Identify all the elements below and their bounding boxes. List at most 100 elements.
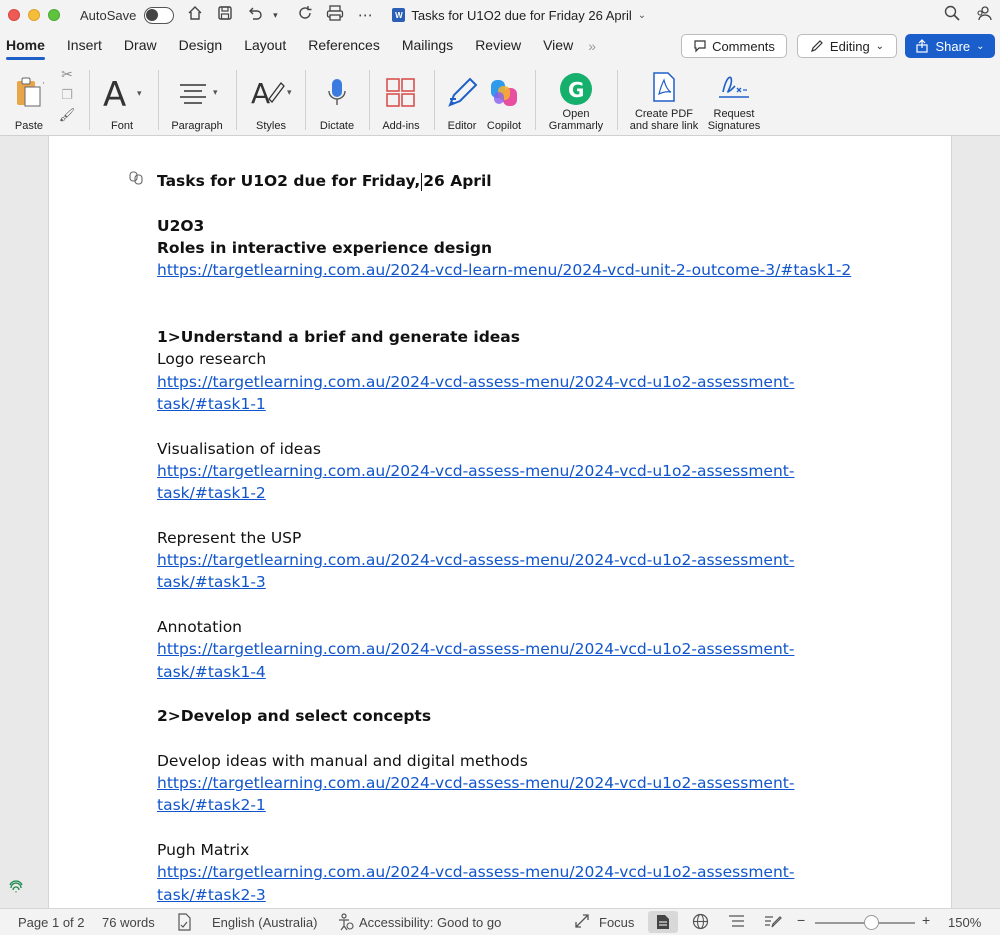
task-link[interactable]: https://targetlearning.com.au/2024-vcd-a…	[157, 772, 877, 794]
svg-text:A: A	[251, 77, 270, 109]
tab-design[interactable]: Design	[168, 30, 234, 62]
print-layout-view-button[interactable]	[648, 911, 678, 933]
task-link-continued[interactable]: task/#task2-3	[157, 884, 877, 906]
document-page[interactable]: Tasks for U1O2 due for Friday, 26 April U…	[48, 136, 952, 908]
document-heading: Tasks for U1O2 due for Friday, 26 April	[157, 170, 877, 192]
microphone-icon	[328, 79, 346, 105]
zoom-out-button[interactable]: −	[797, 912, 805, 928]
autosave-toggle[interactable]	[144, 6, 175, 24]
tab-review[interactable]: Review	[464, 30, 532, 62]
more-icon[interactable]: ⋯	[356, 6, 374, 24]
zoom-level[interactable]: 150%	[948, 915, 981, 930]
task-label: Annotation	[157, 617, 243, 636]
task-link[interactable]: https://targetlearning.com.au/2024-vcd-a…	[157, 371, 877, 393]
task-link-continued[interactable]: task/#task1-4	[157, 661, 877, 683]
fingerprint-icon[interactable]	[8, 878, 24, 897]
heading-text-part1: Tasks for U1O2 due for Friday,	[157, 172, 421, 190]
dictate-button[interactable]: Dictate	[314, 66, 360, 132]
tab-layout[interactable]: Layout	[233, 30, 297, 62]
language-status[interactable]: English (Australia)	[212, 915, 318, 930]
maximize-window-button[interactable]	[48, 9, 60, 21]
share-chevron-down-icon[interactable]: ⌄	[976, 41, 984, 52]
clipboard-icon: ▾	[17, 77, 44, 107]
copilot-margin-icon[interactable]	[129, 171, 143, 188]
font-button[interactable]: A ▾ Font	[98, 66, 146, 132]
pdf-label-line1: Create PDF	[634, 108, 694, 120]
title-chevron-down-icon[interactable]: ⌄	[638, 10, 646, 21]
task-link[interactable]: https://targetlearning.com.au/2024-vcd-a…	[157, 861, 877, 883]
svg-text:▾: ▾	[213, 87, 218, 97]
accessibility-icon[interactable]	[338, 913, 354, 934]
task-link[interactable]: https://targetlearning.com.au/2024-vcd-a…	[157, 549, 877, 571]
addins-button[interactable]: Add-ins	[378, 66, 424, 132]
task-label: Logo research	[157, 350, 267, 369]
signatures-label-line1: Request	[713, 108, 755, 120]
heading-text-part2: 26 April	[423, 172, 492, 190]
open-grammarly-button[interactable]: G Open Grammarly	[544, 66, 608, 132]
document-content[interactable]: Tasks for U1O2 due for Friday, 26 April U…	[157, 170, 877, 906]
web-layout-icon[interactable]	[692, 913, 709, 933]
svg-text:▾: ▾	[43, 79, 44, 89]
editor-pen-icon	[448, 77, 478, 107]
zoom-slider-thumb[interactable]	[864, 915, 879, 930]
focus-icon[interactable]	[574, 913, 590, 932]
draft-view-icon[interactable]	[764, 913, 782, 933]
outcome-code: U2O3	[157, 216, 205, 235]
print-icon[interactable]	[326, 5, 344, 25]
chevron-down-icon: ⌄	[875, 40, 885, 52]
styles-button[interactable]: A ▾ Styles	[246, 66, 296, 132]
undo-dropdown-icon[interactable]: ▾	[266, 10, 284, 21]
task-link-continued[interactable]: task/#task1-2	[157, 482, 877, 504]
cut-icon[interactable]: ✂	[61, 66, 73, 83]
copy-icon[interactable]: ❐	[61, 87, 73, 103]
request-signatures-button[interactable]: Request Signatures	[704, 66, 764, 132]
task-link-continued[interactable]: task/#task1-3	[157, 571, 877, 593]
tab-mailings[interactable]: Mailings	[391, 30, 464, 62]
task-link-continued[interactable]: task/#task2-1	[157, 794, 877, 816]
ribbon-separator	[369, 70, 370, 130]
document-title-text: Tasks for U1O2 due for Friday 26 April	[411, 7, 632, 23]
accessibility-status[interactable]: Accessibility: Good to go	[359, 915, 501, 930]
account-icon[interactable]	[976, 5, 992, 26]
save-icon[interactable]	[216, 5, 234, 25]
proofing-icon[interactable]	[176, 913, 192, 934]
task-label: Visualisation of ideas	[157, 439, 321, 458]
focus-button[interactable]: Focus	[599, 915, 634, 930]
close-window-button[interactable]	[8, 9, 20, 21]
page-count[interactable]: Page 1 of 2	[18, 915, 85, 930]
tab-view[interactable]: View	[532, 30, 584, 62]
paragraph-button[interactable]: ▾ Paragraph	[168, 66, 226, 132]
editor-button[interactable]: Editor	[443, 66, 481, 132]
format-painter-icon[interactable]: 🖌	[59, 107, 76, 123]
status-bar: Page 1 of 2 76 words English (Australia)…	[0, 908, 1000, 935]
svg-text:A: A	[103, 76, 126, 110]
tab-insert[interactable]: Insert	[56, 30, 113, 62]
task-link[interactable]: https://targetlearning.com.au/2024-vcd-a…	[157, 638, 877, 660]
zoom-in-button[interactable]: +	[922, 912, 930, 928]
search-icon[interactable]	[944, 5, 960, 26]
editing-mode-button[interactable]: Editing ⌄	[797, 34, 897, 58]
redo-icon[interactable]	[296, 5, 314, 25]
tab-references[interactable]: References	[297, 30, 391, 62]
task-link[interactable]: https://targetlearning.com.au/2024-vcd-a…	[157, 460, 877, 482]
document-title: W Tasks for U1O2 due for Friday 26 April…	[392, 8, 646, 23]
share-button[interactable]: Share ⌄	[905, 34, 995, 58]
copilot-button[interactable]: Copilot	[483, 66, 525, 132]
comments-button[interactable]: Comments	[681, 34, 787, 58]
outline-view-icon[interactable]	[728, 913, 745, 933]
word-count[interactable]: 76 words	[102, 915, 155, 930]
document-area[interactable]: Tasks for U1O2 due for Friday, 26 April U…	[0, 136, 1000, 908]
task-link-continued[interactable]: task/#task1-1	[157, 393, 877, 415]
signature-icon	[719, 76, 749, 98]
tab-draw[interactable]: Draw	[113, 30, 168, 62]
paste-button[interactable]: ▾ Paste	[8, 66, 50, 132]
home-icon[interactable]	[186, 5, 204, 25]
tab-home[interactable]: Home	[0, 30, 56, 62]
create-pdf-button[interactable]: Create PDF and share link	[626, 66, 702, 132]
roles-link[interactable]: https://targetlearning.com.au/2024-vcd-l…	[157, 259, 877, 281]
undo-icon[interactable]	[246, 5, 264, 25]
more-tabs-chevron-icon[interactable]: »	[588, 38, 596, 54]
font-label: Font	[110, 120, 133, 132]
minimize-window-button[interactable]	[28, 9, 40, 21]
font-a-icon: A ▾	[103, 76, 142, 110]
